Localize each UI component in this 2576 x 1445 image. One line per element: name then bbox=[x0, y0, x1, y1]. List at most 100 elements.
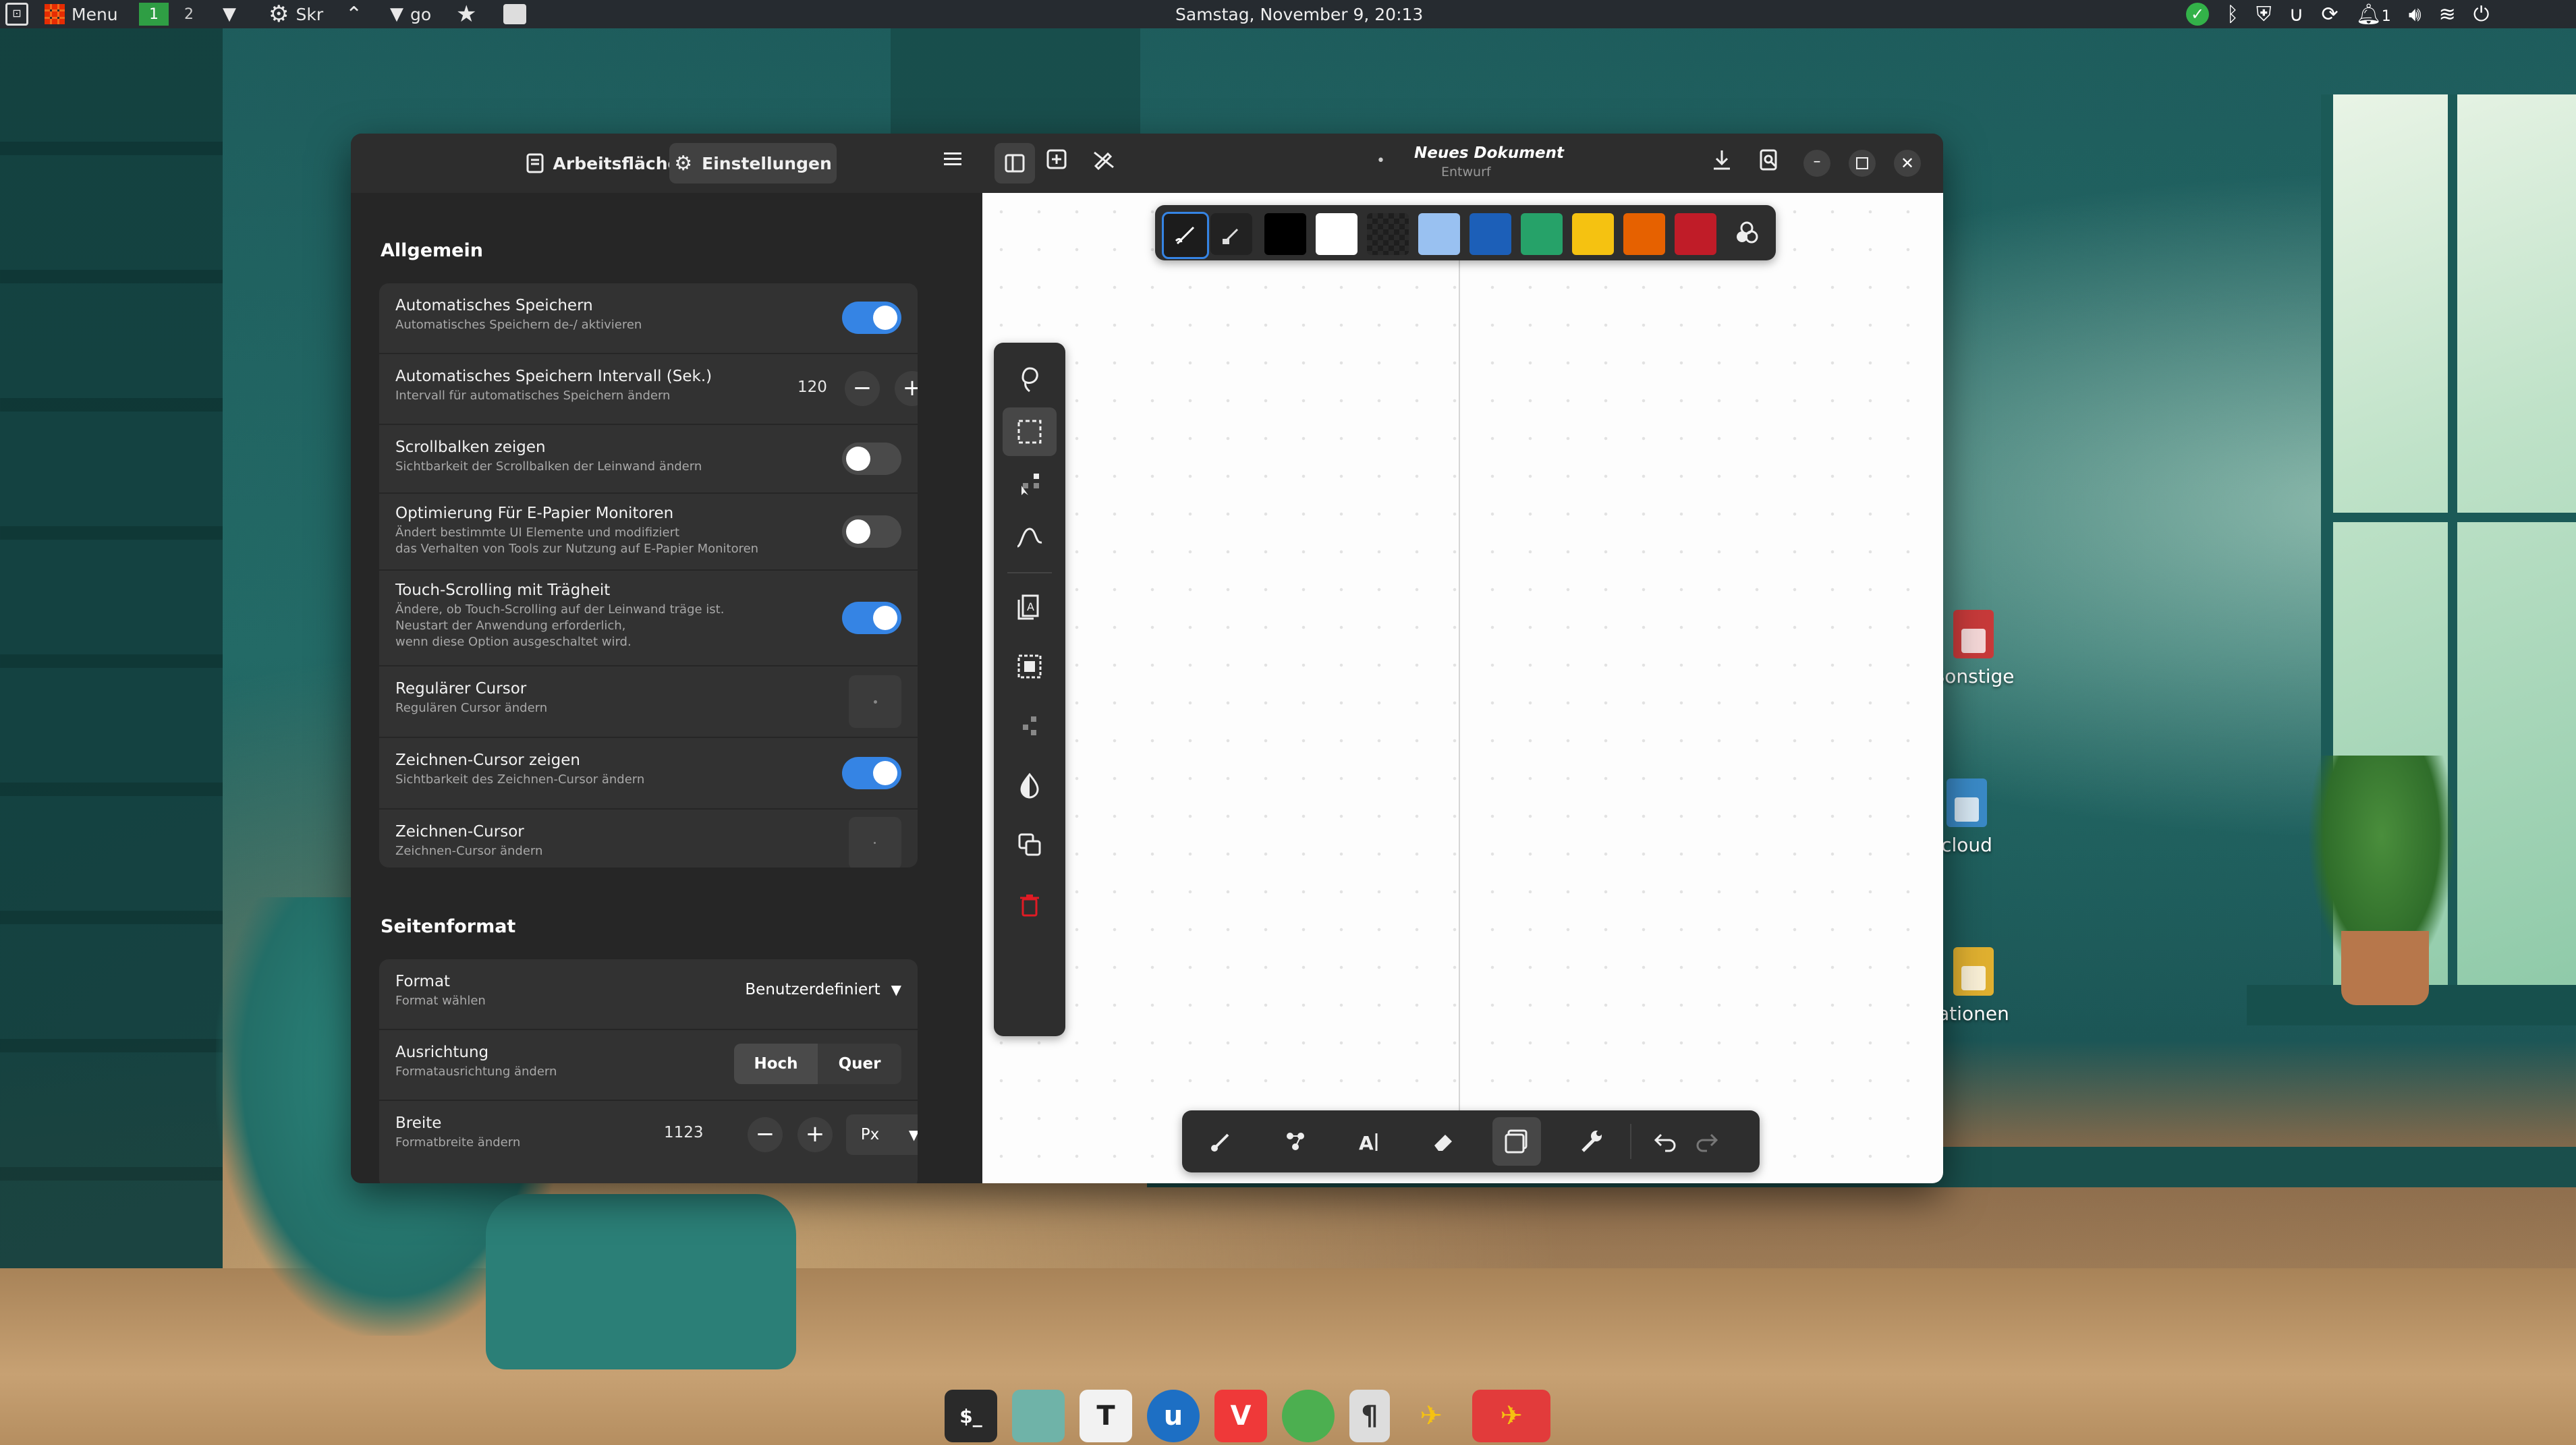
power-icon[interactable]: ⏻ bbox=[2473, 3, 2490, 26]
new-tab-button[interactable] bbox=[1046, 148, 1067, 170]
maximize-button[interactable] bbox=[1849, 150, 1876, 177]
update-ok-icon[interactable]: ✓ bbox=[2186, 3, 2209, 26]
tab-settings[interactable]: ⚙ Einstellungen bbox=[669, 143, 837, 183]
touch-scroll-toggle[interactable] bbox=[842, 602, 901, 634]
menu-label: Menu bbox=[72, 4, 118, 24]
wifi-icon[interactable]: ≋ bbox=[2439, 3, 2456, 26]
autosave-toggle[interactable] bbox=[842, 302, 901, 334]
panel-clock[interactable]: Samstag, November 9, 20:13 bbox=[1175, 5, 1423, 24]
launcher-skr[interactable]: ⚙ Skr bbox=[269, 1, 323, 28]
drawing-canvas[interactable] bbox=[982, 193, 1943, 1183]
setting-format: Format Format wählen Benutzerdefiniert ▼ bbox=[379, 959, 918, 1030]
color-swatch[interactable] bbox=[1316, 213, 1357, 255]
notification-icon[interactable]: 🔔︎1 bbox=[2356, 3, 2391, 26]
setting-subtitle: Neustart der Anwendung erforderlich, bbox=[395, 619, 626, 633]
color-swatch[interactable] bbox=[1521, 213, 1563, 255]
workspace-2[interactable]: 2 bbox=[174, 3, 204, 26]
delete-selection-tool[interactable] bbox=[1003, 881, 1057, 930]
star-icon[interactable]: ★ bbox=[456, 1, 476, 28]
epaper-toggle[interactable] bbox=[842, 515, 901, 548]
color-swatch[interactable] bbox=[1469, 213, 1511, 255]
pen-off-button[interactable] bbox=[1093, 148, 1116, 170]
dropdown-arrow-icon[interactable]: ▼ bbox=[223, 4, 236, 24]
increment-button[interactable]: + bbox=[797, 1117, 833, 1152]
duplicate-selection-tool[interactable]: A bbox=[1003, 582, 1057, 630]
orientation-portrait-button[interactable]: Hoch bbox=[734, 1044, 818, 1084]
decrement-button[interactable]: − bbox=[845, 371, 880, 406]
width-value[interactable]: 1123 bbox=[664, 1124, 704, 1141]
fill-color-button[interactable] bbox=[1210, 213, 1252, 255]
sidebar-toggle-button[interactable] bbox=[995, 143, 1035, 183]
document-search-button[interactable] bbox=[1758, 148, 1780, 171]
double-chevron-up-icon[interactable]: ⌃ bbox=[345, 3, 362, 26]
draw-cursor-picker[interactable] bbox=[849, 817, 901, 868]
minimize-button[interactable]: – bbox=[1803, 150, 1830, 177]
setting-autosave: Automatisches Speichern Automatisches Sp… bbox=[379, 283, 918, 354]
tools-tool[interactable] bbox=[1567, 1117, 1615, 1166]
autosave-interval-value[interactable]: 120 bbox=[797, 378, 827, 396]
curve-select-tool[interactable] bbox=[1003, 513, 1057, 561]
export-button[interactable] bbox=[1711, 148, 1733, 171]
setting-subtitle: Formatbreite ändern bbox=[395, 1135, 521, 1150]
increment-button[interactable]: + bbox=[895, 371, 918, 406]
text-editor-app-icon[interactable]: T bbox=[1080, 1390, 1132, 1442]
writer-app-icon[interactable]: u bbox=[1147, 1390, 1200, 1442]
vivaldi-app-icon[interactable]: V bbox=[1214, 1390, 1267, 1442]
header-bar: Arbeitsfläche ⚙ Einstellungen • Neues Do… bbox=[351, 134, 1943, 193]
terminal-app-icon[interactable]: $_ bbox=[945, 1390, 997, 1442]
gear-icon: ⚙ bbox=[674, 151, 693, 175]
decrement-button[interactable]: − bbox=[748, 1117, 783, 1152]
setting-subtitle: Sichtbarkeit der Scrollbalken der Leinwa… bbox=[395, 459, 702, 474]
color-swatch[interactable] bbox=[1572, 213, 1614, 255]
scrollbars-toggle[interactable] bbox=[842, 443, 901, 475]
color-swatch[interactable] bbox=[1418, 213, 1460, 255]
eraser-tool[interactable] bbox=[1420, 1117, 1468, 1166]
color-swatch[interactable] bbox=[1623, 213, 1665, 255]
menu-button[interactable]: Menu bbox=[45, 4, 118, 24]
scatter-select-tool[interactable] bbox=[1003, 702, 1057, 750]
notes-app-icon[interactable]: ¶ bbox=[1349, 1390, 1390, 1442]
setting-title: Ausrichtung bbox=[395, 1044, 489, 1061]
launcher-go[interactable]: ▼ go bbox=[390, 4, 431, 24]
hamburger-menu-icon[interactable] bbox=[942, 148, 963, 170]
color-swatch[interactable] bbox=[1675, 213, 1716, 255]
select-all-tool[interactable] bbox=[1003, 642, 1057, 691]
stroke-color-button[interactable] bbox=[1162, 212, 1209, 259]
volume-icon[interactable]: 🔊︎ bbox=[2409, 3, 2421, 26]
setting-orientation: Ausrichtung Formatausrichtung ändern Hoc… bbox=[379, 1030, 918, 1101]
color-fill-tool[interactable] bbox=[1003, 761, 1057, 810]
regular-cursor-picker[interactable] bbox=[849, 675, 901, 728]
redo-button[interactable] bbox=[1683, 1117, 1731, 1166]
workspace-1[interactable]: 1 bbox=[139, 3, 169, 26]
color-swatch[interactable] bbox=[1264, 213, 1306, 255]
unit-dropdown[interactable]: Px ▼ bbox=[846, 1114, 918, 1155]
brush-tool[interactable] bbox=[1197, 1117, 1245, 1166]
desktop-toggle-button[interactable]: ⊡ bbox=[5, 3, 28, 26]
spreadsheet-app-icon[interactable] bbox=[1282, 1390, 1335, 1442]
draw-cursor-toggle[interactable] bbox=[842, 757, 901, 789]
color-swatch[interactable] bbox=[1367, 213, 1409, 255]
shield-icon[interactable]: ⛨ bbox=[2256, 3, 2272, 26]
single-select-tool[interactable] bbox=[1003, 460, 1057, 509]
shaper-tool[interactable] bbox=[1271, 1117, 1320, 1166]
unit-dropdown-value: Px bbox=[860, 1126, 880, 1143]
lasso-select-tool[interactable] bbox=[1003, 355, 1057, 403]
wrench-icon bbox=[1581, 1131, 1602, 1152]
selector-tool[interactable] bbox=[1492, 1117, 1541, 1166]
orientation-segmented-control: Hoch Quer bbox=[734, 1044, 901, 1084]
rnote-active-app-icon[interactable]: ✈ bbox=[1472, 1390, 1550, 1442]
color-picker-button[interactable] bbox=[1734, 220, 1760, 246]
magnet-icon[interactable]: ∪ bbox=[2289, 3, 2304, 26]
format-dropdown[interactable]: Benutzerdefiniert ▼ bbox=[745, 981, 901, 998]
sync-icon[interactable]: ⟳ bbox=[2321, 3, 2338, 26]
notes-applet-icon[interactable] bbox=[503, 4, 526, 24]
rectangle-select-tool[interactable] bbox=[1003, 407, 1057, 456]
copy-selection-tool[interactable] bbox=[1003, 820, 1057, 869]
typewriter-tool[interactable]: A bbox=[1345, 1117, 1394, 1166]
redo-icon bbox=[1696, 1133, 1718, 1152]
rnote-app-icon[interactable]: ✈ bbox=[1405, 1390, 1457, 1442]
close-button[interactable]: ✕ bbox=[1894, 150, 1921, 177]
files-app-icon[interactable] bbox=[1012, 1390, 1065, 1442]
orientation-landscape-button[interactable]: Quer bbox=[818, 1044, 901, 1084]
bluetooth-icon[interactable]: ᛒ bbox=[2227, 3, 2239, 26]
